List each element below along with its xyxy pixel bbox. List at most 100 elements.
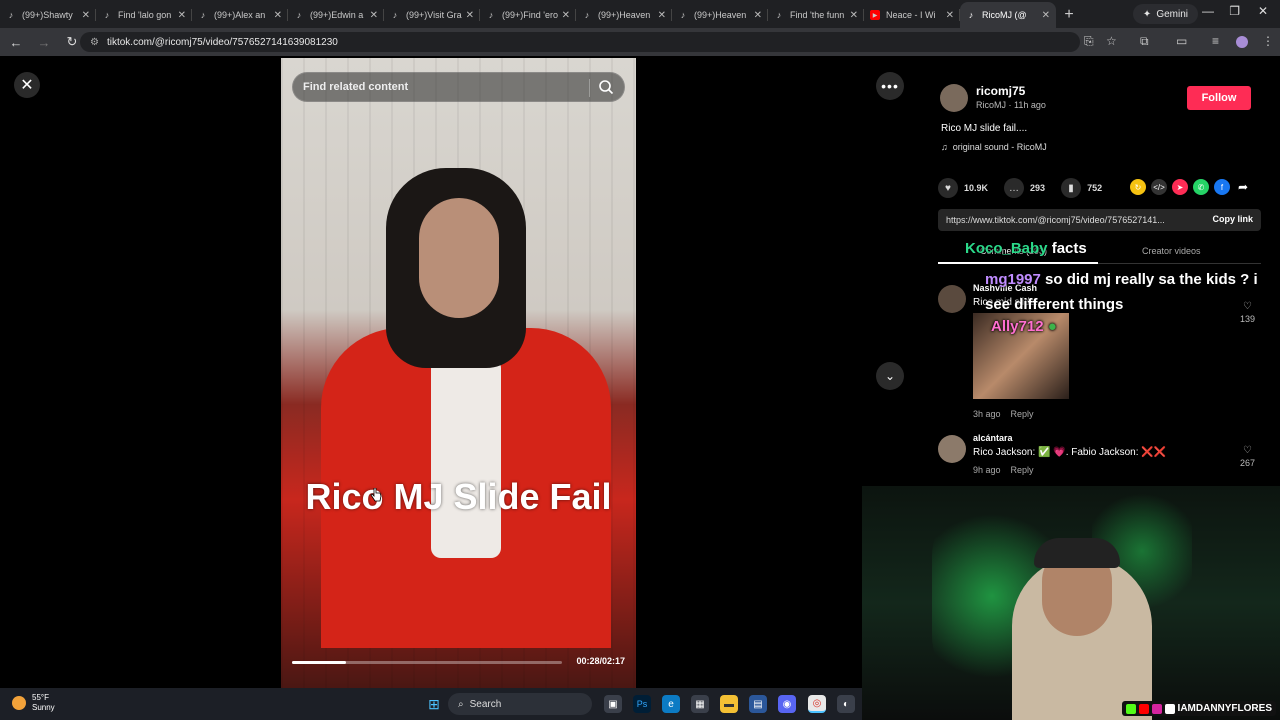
tiktok-icon: ♪ (104, 10, 110, 20)
social-handle-banner: IAMDANNYFLORES (1121, 701, 1276, 716)
profile-avatar[interactable] (1236, 36, 1248, 48)
close-tab-icon[interactable]: ✕ (562, 10, 570, 21)
search-icon[interactable] (598, 79, 614, 98)
browser-tab[interactable]: ♪ (99+)Visit Gra ✕ (384, 2, 480, 28)
restore-icon[interactable]: ❐ (1229, 4, 1240, 18)
follow-button[interactable]: Follow (1187, 86, 1251, 110)
obs-icon[interactable]: ◐ (837, 695, 855, 713)
browser-tab[interactable]: ♪ (99+)Shawty ✕ (0, 2, 96, 28)
store-icon[interactable]: ▦ (691, 695, 709, 713)
url-input[interactable]: ⚙ tiktok.com/@ricomj75/video/75765271416… (80, 32, 1080, 52)
close-tab-icon[interactable]: ✕ (274, 10, 282, 21)
browser-tab-active[interactable]: ♪ RicoMJ (@ ✕ (960, 2, 1056, 28)
heart-icon[interactable]: ♥ (938, 178, 958, 198)
heart-outline-icon: ♡ (1243, 445, 1252, 456)
chrome-icon[interactable]: ◎ (808, 695, 826, 713)
forward-button[interactable]: → (32, 30, 56, 54)
photoshop-icon[interactable]: Ps (633, 695, 651, 713)
close-tab-icon[interactable]: ✕ (370, 10, 378, 21)
close-tab-icon[interactable]: ✕ (850, 10, 858, 21)
repost-icon[interactable]: ↻ (1130, 179, 1146, 195)
more-options-button[interactable]: ••• (876, 72, 904, 100)
comment-like[interactable]: ♡ 267 (1240, 445, 1255, 468)
chat-username: Ally712 (991, 318, 1044, 335)
install-icon[interactable]: ⎘ (1084, 34, 1094, 49)
close-video-button[interactable]: ✕ (14, 72, 40, 98)
close-tab-icon[interactable]: ✕ (946, 10, 954, 21)
gemini-button[interactable]: ✦ Gemini (1132, 4, 1198, 24)
reply-button[interactable]: Reply (1011, 465, 1034, 475)
menu-kebab-icon[interactable]: ⋮ (1262, 34, 1274, 48)
browser-tab[interactable]: ♪ (99+)Edwin a ✕ (288, 2, 384, 28)
embed-icon[interactable]: </> (1151, 179, 1167, 195)
tab-creator-videos[interactable]: Creator videos (1142, 246, 1201, 256)
copy-link-button[interactable]: Copy link (1212, 214, 1253, 224)
app-icon[interactable]: ▤ (749, 695, 767, 713)
edge-icon[interactable]: e (662, 695, 680, 713)
back-button[interactable]: ← (4, 30, 28, 54)
close-window-icon[interactable]: ✕ (1258, 4, 1268, 18)
share-link-field[interactable]: https://www.tiktok.com/@ricomj75/video/7… (938, 209, 1261, 231)
close-tab-icon[interactable]: ✕ (1042, 10, 1050, 21)
video-progress-bar[interactable] (292, 661, 562, 664)
comment-text: Rico Jackson: ✅ 💗. Fabio Jackson: ❌❌ (973, 447, 1167, 458)
video-progress-fill (292, 661, 346, 664)
media-icon[interactable]: ≡ (1212, 34, 1219, 48)
creator-avatar[interactable] (940, 84, 968, 112)
send-icon[interactable]: ➤ (1172, 179, 1188, 195)
commenter-name[interactable]: alcántara (973, 433, 1013, 443)
whatsapp-icon[interactable]: ✆ (1193, 179, 1209, 195)
windows-start-icon[interactable]: ⊞ (425, 695, 443, 713)
close-tab-icon[interactable]: ✕ (658, 10, 666, 21)
active-tab-indicator (938, 262, 1098, 264)
video-player[interactable]: Find related content Rico MJ Slide Fail … (281, 58, 636, 688)
file-explorer-icon[interactable]: ▬ (720, 695, 738, 713)
video-subject-shirt (431, 358, 501, 558)
next-video-button[interactable]: ⌄ (876, 362, 904, 390)
close-tab-icon[interactable]: ✕ (178, 10, 186, 21)
weather-widget[interactable]: 55°F Sunny (12, 693, 55, 713)
sound-link[interactable]: ♫ original sound - RicoMJ (941, 142, 1047, 152)
extensions-icon[interactable]: ⧉ (1140, 34, 1149, 49)
commenter-avatar[interactable] (938, 285, 966, 313)
tiktok-icon: ♪ (488, 10, 494, 20)
new-tab-button[interactable]: + (1056, 2, 1082, 28)
facebook-icon[interactable]: f (1214, 179, 1230, 195)
browser-tab-strip: ♪ (99+)Shawty ✕ ♪ Find 'lalo gon ✕ ♪ (99+)Ale… (0, 0, 1280, 28)
share-arrow-icon[interactable]: ➦ (1235, 179, 1251, 195)
close-tab-icon[interactable]: ✕ (754, 10, 762, 21)
bookmark-icon[interactable]: ▮ (1061, 178, 1082, 198)
browser-tab[interactable]: ♪ (99+)Alex an ✕ (192, 2, 288, 28)
close-tab-icon[interactable]: ✕ (466, 10, 474, 21)
discord-icon[interactable]: ◉ (778, 695, 796, 713)
browser-tab[interactable]: ♪ Find 'lalo gon ✕ (96, 2, 192, 28)
browser-tab[interactable]: ▶ Neace - I Wi ✕ (864, 2, 960, 28)
creator-username[interactable]: ricomj75 (976, 84, 1025, 98)
mouse-cursor-icon (370, 488, 382, 502)
share-icons: ↻ </> ➤ ✆ f ➦ (1130, 179, 1251, 195)
reply-button[interactable]: Reply (1011, 409, 1034, 419)
cast-icon[interactable]: ▭ (1176, 34, 1187, 48)
browser-tab[interactable]: ♪ (99+)Find 'ero ✕ (480, 2, 576, 28)
taskbar-search[interactable]: ⌕ Search (448, 693, 592, 715)
related-search-input[interactable]: Find related content (292, 72, 625, 102)
task-view-icon[interactable]: ▣ (604, 695, 622, 713)
commenter-avatar[interactable] (938, 435, 966, 463)
browser-tab[interactable]: ♪ Find 'the funn ✕ (768, 2, 864, 28)
kick-icon (1125, 703, 1136, 714)
site-info-icon[interactable]: ⚙ (90, 37, 99, 48)
tiktok-icon: ♪ (392, 10, 398, 20)
video-caption: Rico MJ Slide Fail (305, 476, 612, 517)
close-tab-icon[interactable]: ✕ (82, 10, 90, 21)
chat-message: mg1997 so did mj really sa the kids ? i … (985, 267, 1280, 317)
bookmark-star-icon[interactable]: ☆ (1106, 34, 1117, 48)
browser-tab[interactable]: ♪ (99+)Heaven ✕ (672, 2, 768, 28)
pepe-emote-icon: ● (1047, 318, 1057, 335)
search-divider (589, 79, 590, 97)
creator-subline: RicoMJ · 11h ago (976, 100, 1046, 110)
like-count: 10.9K (964, 183, 989, 193)
comment-icon[interactable]: … (1004, 178, 1025, 198)
minimize-icon[interactable]: — (1202, 4, 1214, 18)
browser-tab[interactable]: ♪ (99+)Heaven ✕ (576, 2, 672, 28)
tiktok-icon: ♪ (8, 10, 14, 20)
